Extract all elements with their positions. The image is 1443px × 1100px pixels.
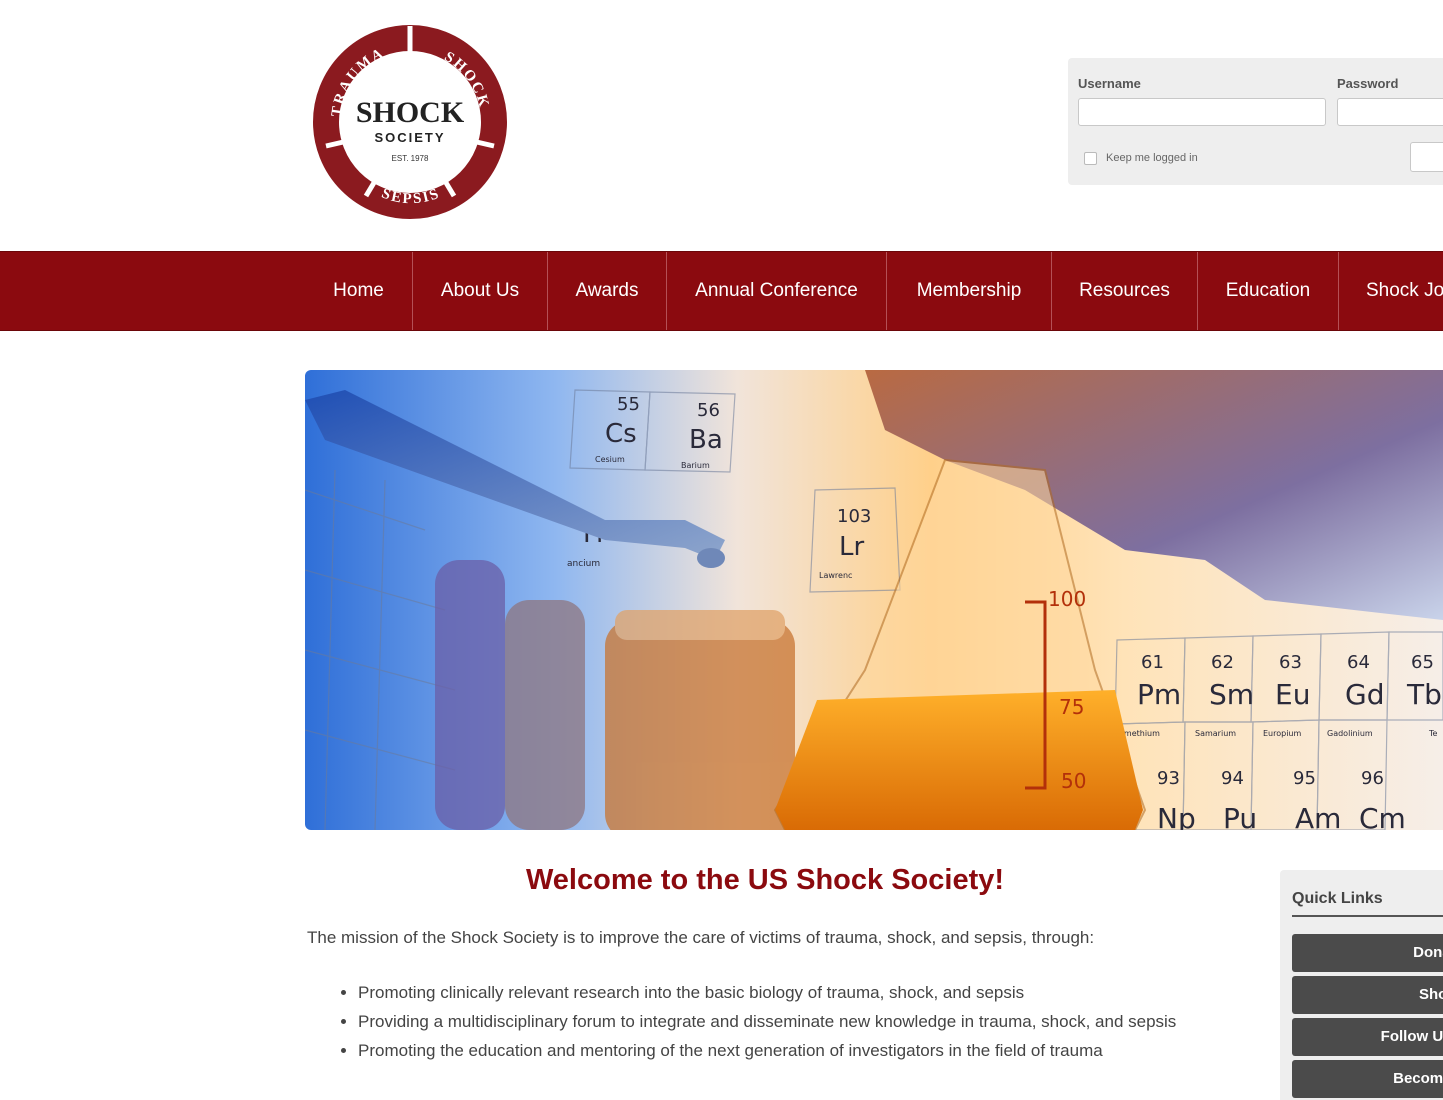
element-number: 96 — [1361, 768, 1384, 789]
quick-links-title: Quick Links — [1292, 890, 1383, 907]
shock-link-label: Shock — [1418, 986, 1443, 1003]
remember-me-label: Keep me logged in — [1106, 152, 1198, 164]
list-item: Promoting clinically relevant research i… — [358, 978, 1258, 1007]
divider — [1292, 915, 1443, 917]
main-nav: Home About Us Awards Annual Conference M… — [0, 251, 1443, 331]
mission-bullet-list: Promoting clinically relevant research i… — [336, 978, 1258, 1065]
shock-society-logo[interactable]: TRAUMA SHOCK SEPSIS SHOCK SOCIETY EST. 1… — [312, 24, 508, 220]
quick-links-panel: Quick Links Donate Shock Follow Us c Bec… — [1280, 870, 1443, 1100]
element-name: Barium — [681, 461, 710, 470]
element-symbol: Pm — [1137, 678, 1181, 711]
donate-button-label: Donate — [1413, 944, 1443, 961]
element-symbol: Cs — [605, 419, 637, 449]
shock-journal-link-button[interactable]: Shock — [1292, 976, 1443, 1014]
login-button[interactable] — [1410, 142, 1443, 172]
element-name: Cesium — [595, 455, 625, 464]
element-number: 56 — [697, 400, 720, 421]
element-symbol: Tb — [1406, 678, 1442, 711]
password-label: Password — [1337, 76, 1399, 91]
nav-education[interactable]: Education — [1197, 252, 1338, 330]
nav-resources[interactable]: Resources — [1051, 252, 1197, 330]
logo-subtitle: SOCIETY — [374, 130, 445, 145]
element-number: 64 — [1347, 652, 1370, 673]
password-input[interactable] — [1337, 98, 1443, 126]
follow-us-label: Follow Us c — [1380, 1028, 1443, 1045]
become-member-button[interactable]: Become a — [1292, 1060, 1443, 1098]
element-symbol: Sm — [1209, 678, 1254, 711]
nav-membership[interactable]: Membership — [886, 252, 1051, 330]
element-symbol: Eu — [1275, 678, 1310, 711]
welcome-heading: Welcome to the US Shock Society! — [525, 864, 1005, 896]
element-number: 94 — [1221, 768, 1244, 789]
donate-button[interactable]: Donate — [1292, 934, 1443, 972]
element-name: Te — [1428, 729, 1438, 738]
flask-mark: 100 — [1048, 587, 1086, 611]
element-name: Lawrenc — [819, 571, 852, 580]
element-number: 61 — [1141, 652, 1164, 673]
element-number: 65 — [1411, 652, 1434, 673]
element-number: 95 — [1293, 768, 1316, 789]
element-symbol: Np — [1157, 802, 1196, 830]
remember-me-checkbox[interactable] — [1084, 152, 1097, 165]
flask-mark: 75 — [1059, 695, 1084, 719]
become-member-label: Become a — [1393, 1070, 1443, 1087]
list-item: Promoting the education and mentoring of… — [358, 1036, 1258, 1065]
nav-shock-journal[interactable]: Shock Jo — [1338, 252, 1443, 330]
element-symbol: Cm — [1359, 802, 1406, 830]
element-number: 55 — [617, 394, 640, 415]
element-number: 93 — [1157, 768, 1180, 789]
login-panel: Username Password Keep me logged in — [1068, 58, 1443, 185]
element-number: 62 — [1211, 652, 1234, 673]
element-name: Samarium — [1195, 729, 1236, 738]
element-name: Europium — [1263, 729, 1302, 738]
username-input[interactable] — [1078, 98, 1326, 126]
mission-statement: The mission of the Shock Society is to i… — [307, 928, 1095, 947]
element-symbol: Pu — [1223, 802, 1257, 830]
element-symbol: Am — [1295, 802, 1341, 830]
follow-us-button[interactable]: Follow Us c — [1292, 1018, 1443, 1056]
element-number: 63 — [1279, 652, 1302, 673]
logo-title: SHOCK — [356, 96, 465, 129]
nav-awards[interactable]: Awards — [547, 252, 666, 330]
element-name: Gadolinium — [1327, 729, 1373, 738]
nav-home[interactable]: Home — [305, 252, 412, 330]
hero-banner-image: 55 Cs Cesium 56 Ba Barium Fr ancium 103 … — [305, 370, 1443, 830]
element-symbol: Lr — [839, 532, 864, 562]
nav-about-us[interactable]: About Us — [412, 252, 547, 330]
element-name: ancium — [567, 559, 600, 569]
nav-annual-conference[interactable]: Annual Conference — [666, 252, 886, 330]
element-symbol: Ba — [689, 425, 723, 455]
flask-mark: 50 — [1061, 769, 1086, 793]
list-item: Providing a multidisciplinary forum to i… — [358, 1007, 1258, 1036]
lab-flask-illustration: 55 Cs Cesium 56 Ba Barium Fr ancium 103 … — [305, 370, 1443, 830]
logo-established: EST. 1978 — [392, 154, 429, 163]
element-number: 103 — [837, 506, 871, 527]
username-label: Username — [1078, 76, 1141, 91]
element-symbol: Gd — [1345, 678, 1384, 711]
